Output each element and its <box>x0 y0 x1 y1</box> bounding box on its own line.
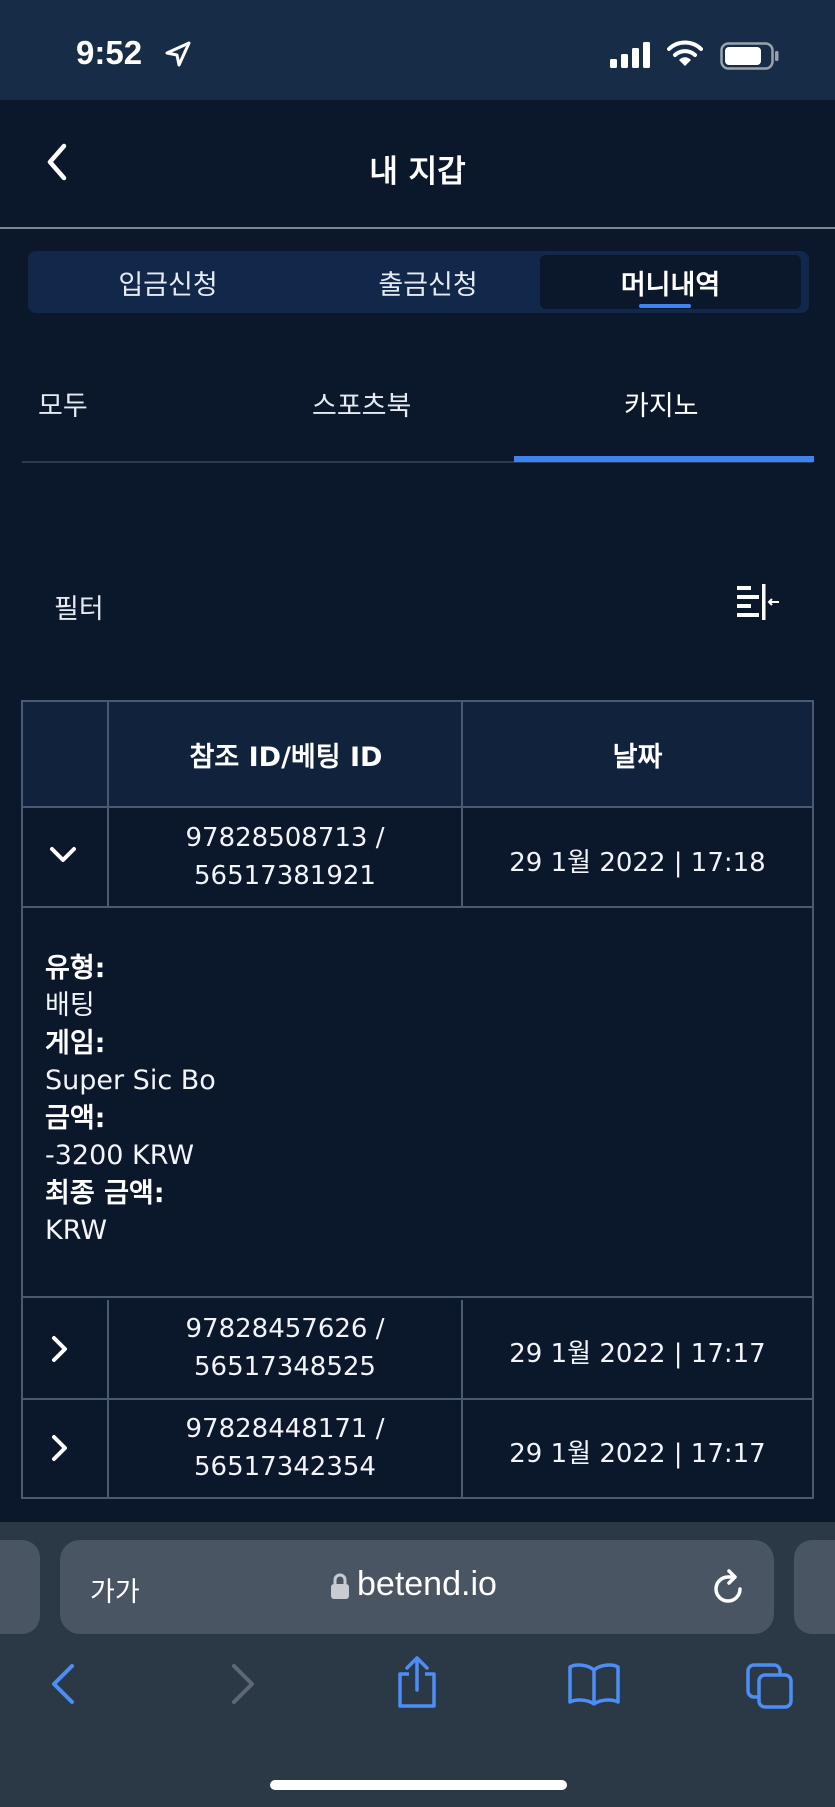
date-cell: 29 1월 2022 | 17:18 <box>509 848 766 878</box>
tab-money-history-label: 머니내역 <box>620 269 721 301</box>
ref-id-line1: 97828457626 / <box>185 1314 385 1344</box>
detail-amount-label: 금액: <box>45 1103 106 1134</box>
active-tab-indicator <box>639 304 691 308</box>
tabs-icon[interactable] <box>745 1662 795 1710</box>
app-header: 내 지갑 <box>0 100 835 227</box>
date-cell: 29 1월 2022 | 17:17 <box>509 1439 766 1469</box>
bookmarks-icon[interactable] <box>567 1662 621 1706</box>
detail-type-label: 유형: <box>45 953 106 984</box>
page-title: 내 지갑 <box>369 154 466 190</box>
status-time: 9:52 <box>76 34 143 71</box>
column-header-ref-id: 참조 ID/베팅 ID <box>189 741 383 773</box>
browser-back-icon[interactable] <box>48 1662 78 1706</box>
reload-icon[interactable] <box>710 1567 746 1607</box>
location-arrow-icon <box>165 41 191 67</box>
browser-toolbar: 가가 betend.io <box>0 1522 835 1807</box>
detail-game-label: 게임: <box>45 1028 106 1059</box>
ref-id-cell: 97828448171 / 56517342354 <box>109 1410 461 1486</box>
chevron-right-icon[interactable] <box>47 1433 73 1463</box>
header-divider <box>0 227 835 229</box>
subtab-casino[interactable]: 카지노 <box>624 384 699 423</box>
filter-collapse-icon[interactable] <box>735 582 781 622</box>
ref-id-line2: 56517348525 <box>194 1352 376 1382</box>
wifi-icon <box>667 40 703 66</box>
ref-id-line1: 97828508713 / <box>185 823 385 853</box>
detail-final-amount-value: KRW <box>45 1215 108 1246</box>
status-bar: 9:52 <box>0 0 835 100</box>
text-size-button[interactable]: 가가 <box>90 1570 140 1609</box>
detail-final-amount-label: 최종 금액: <box>45 1178 165 1209</box>
subtab-all[interactable]: 모두 <box>38 384 88 423</box>
transactions-table: 참조 ID/베팅 ID 날짜 97828508713 / 56517381921… <box>21 700 814 1499</box>
ref-id-cell: 97828457626 / 56517348525 <box>109 1310 461 1386</box>
date-cell: 29 1월 2022 | 17:17 <box>509 1339 766 1369</box>
browser-forward-icon[interactable] <box>228 1662 258 1706</box>
table-row[interactable]: 97828457626 / 56517348525 29 1월 2022 | 1… <box>23 1300 812 1400</box>
detail-game-value: Super Sic Bo <box>45 1065 216 1096</box>
table-header: 참조 ID/베팅 ID 날짜 <box>23 702 812 808</box>
chevron-right-icon[interactable] <box>47 1334 73 1364</box>
detail-amount-value: -3200 KRW <box>45 1140 195 1171</box>
cellular-signal-icon <box>610 42 650 68</box>
ref-id-line1: 97828448171 / <box>185 1414 385 1444</box>
filter-label: 필터 <box>54 594 104 625</box>
ref-id-line2: 56517342354 <box>194 1452 376 1482</box>
row-detail-panel: 유형: 배팅 게임: Super Sic Bo 금액: -3200 KRW 최종… <box>23 908 812 1298</box>
subtab-sportsbook[interactable]: 스포츠북 <box>312 384 411 423</box>
table-row[interactable]: 97828448171 / 56517342354 29 1월 2022 | 1… <box>23 1400 812 1497</box>
address-bar[interactable]: 가가 betend.io <box>60 1540 774 1634</box>
share-icon[interactable] <box>395 1654 439 1710</box>
main-tab-bar: 입금신청 출금신청 머니내역 <box>28 251 809 313</box>
browser-nav-row <box>0 1656 835 1732</box>
detail-type-value: 배팅 <box>45 990 95 1021</box>
column-header-date: 날짜 <box>612 741 663 773</box>
lock-icon <box>331 1573 349 1599</box>
battery-icon <box>720 42 779 70</box>
url-text: betend.io <box>357 1565 497 1603</box>
column-header-toggle <box>23 702 109 806</box>
chevron-down-icon[interactable] <box>47 844 79 866</box>
ref-id-cell: 97828508713 / 56517381921 <box>109 819 461 895</box>
ref-id-line2: 56517381921 <box>194 861 376 891</box>
tab-deposit[interactable]: 입금신청 <box>38 255 298 309</box>
subtab-active-indicator <box>514 456 814 462</box>
tab-withdraw[interactable]: 출금신청 <box>298 255 558 309</box>
next-tab-pill[interactable] <box>794 1540 835 1634</box>
previous-tab-pill[interactable] <box>0 1540 40 1634</box>
tab-money-history[interactable]: 머니내역 <box>540 255 801 309</box>
home-indicator <box>270 1780 567 1790</box>
table-row[interactable]: 97828508713 / 56517381921 29 1월 2022 | 1… <box>23 808 812 908</box>
